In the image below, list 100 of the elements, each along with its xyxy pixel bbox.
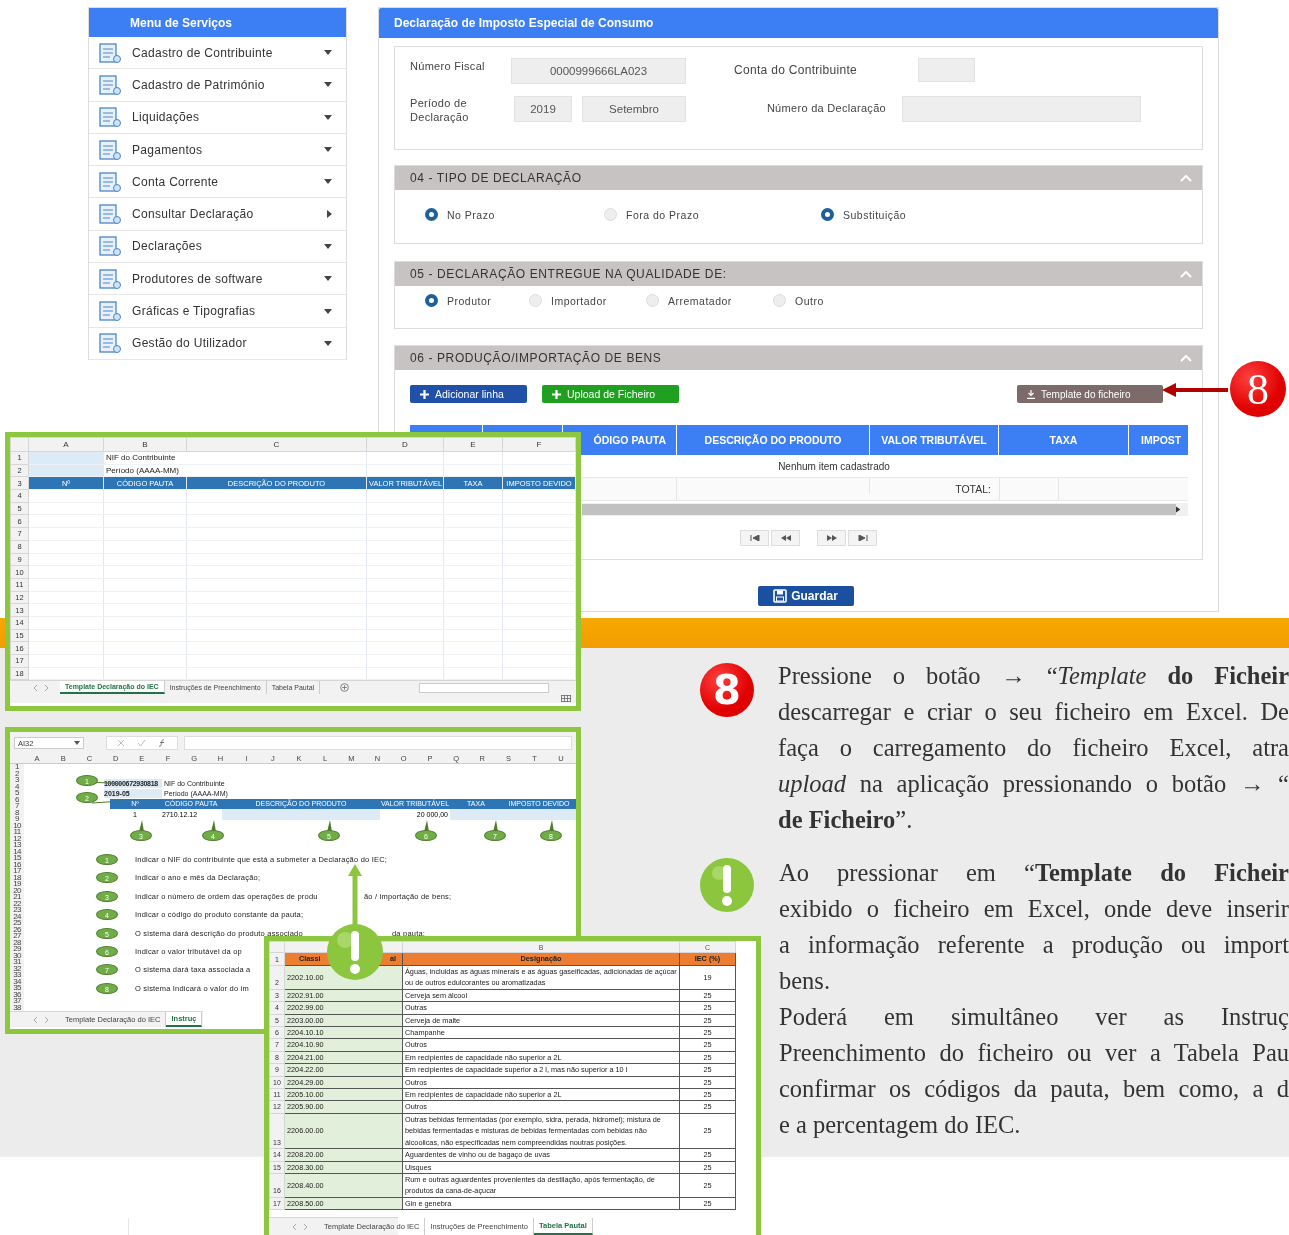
row-number: 18 — [12, 874, 22, 881]
row-number: 6 — [14, 796, 20, 803]
chevron-up-icon — [1180, 270, 1192, 278]
document-icon — [98, 170, 122, 193]
caret-down-icon — [324, 340, 332, 346]
plus-icon — [552, 389, 561, 399]
radio-button[interactable] — [425, 294, 438, 307]
horizontal-scrollbar[interactable] — [419, 682, 550, 693]
tax-number-field[interactable]: 0000999666LA023 — [511, 58, 686, 84]
menu-item[interactable]: Declarações — [89, 230, 346, 264]
radio-option[interactable]: Produtor — [425, 294, 529, 307]
paragraph: Ao pressionar em “Template do Ficheir exibido o ficheiro em Excel, onde deve inserir a informação referente a produção ou import bens. Poderá em simultâneo ver as Instruç Preenchimento do ficheiro ou ver a Tabela Pau confirmar os códigos da pauta, bem como, a d e a percentagem do IEC. — [779, 858, 1289, 1140]
menu-item[interactable]: Gestão do Utilizador — [89, 327, 346, 360]
menu-item[interactable]: Consultar Declaração — [89, 198, 346, 231]
radio-option[interactable]: Fora do Prazo — [604, 208, 821, 221]
function-icon[interactable] — [158, 739, 167, 747]
menu-item[interactable]: Gráficas e Tipografias — [89, 295, 346, 328]
menu-item[interactable]: Pagamentos — [89, 133, 346, 167]
scroll-arrows-icon[interactable] — [293, 1223, 307, 1230]
row-number: 19 — [12, 881, 22, 888]
declaration-number-field[interactable] — [902, 96, 1141, 122]
scroll-arrows-icon[interactable] — [34, 684, 48, 691]
leader-line — [209, 820, 217, 832]
section-header[interactable]: 06 - PRODUÇÃO/IMPORTAÇÃO DE BENS — [395, 346, 1202, 370]
leader-line — [491, 820, 499, 832]
row-number: 5 — [14, 790, 20, 797]
horizontal-scrollbar[interactable] — [582, 503, 1188, 516]
field-label: Conta do Contribuinte — [734, 62, 859, 77]
year-field[interactable]: 2019 — [514, 96, 572, 122]
caret-down-icon — [74, 741, 80, 745]
radio-button[interactable] — [425, 208, 438, 221]
menu-item[interactable]: Cadastro de Contribuinte — [89, 37, 346, 70]
document-icon — [98, 73, 122, 96]
menu-item[interactable]: Produtores de software — [89, 263, 346, 296]
caret-down-icon — [324, 308, 332, 314]
row-number: 4 — [14, 783, 20, 790]
account-field[interactable] — [918, 58, 975, 82]
radio-button[interactable] — [821, 208, 834, 221]
last-page-button[interactable] — [848, 530, 877, 546]
row-number: 25 — [12, 920, 22, 927]
document-icon — [98, 41, 122, 64]
radio-option[interactable]: Importador — [529, 294, 646, 307]
row-number: 13 — [12, 842, 22, 849]
row-number: 29 — [12, 946, 22, 953]
caret-down-icon — [324, 147, 332, 153]
first-page-button[interactable] — [740, 530, 769, 546]
row-number: 1 — [14, 764, 20, 771]
column-letter: E — [443, 437, 503, 452]
row-number: 22 — [12, 900, 22, 907]
section-title: 06 - PRODUÇÃO/IMPORTAÇÃO DE BENS — [410, 351, 662, 365]
row-number: 30 — [12, 952, 22, 959]
menu-item[interactable]: Conta Corrente — [89, 166, 346, 199]
row-number: 24 — [12, 913, 22, 920]
row-number: 7 — [14, 803, 20, 810]
template-button[interactable]: Template do ficheiro — [1017, 385, 1163, 403]
next-page-button[interactable] — [817, 530, 846, 546]
radio-option[interactable]: No Prazo — [425, 208, 604, 221]
column-letter: F — [502, 437, 576, 452]
menu-item[interactable]: Cadastro de Património — [89, 69, 346, 102]
row-number: 38 — [12, 1004, 22, 1011]
row-number: 35 — [12, 985, 22, 992]
column-letter: D — [366, 437, 444, 452]
previous-page-button[interactable] — [771, 530, 800, 546]
column-letter: A — [28, 437, 104, 452]
download-icon — [1027, 389, 1035, 399]
month-field[interactable]: Setembro — [582, 96, 686, 122]
section-header[interactable]: 04 - TIPO DE DECLARAÇÃO — [395, 166, 1202, 190]
caret-down-icon — [324, 114, 332, 120]
row-number: 33 — [12, 972, 22, 979]
row-number: 27 — [12, 933, 22, 940]
save-button[interactable]: Guardar — [757, 586, 854, 606]
section-title: 05 - DECLARAÇÃO ENTREGUE NA QUALIDADE DE: — [410, 267, 727, 281]
section-header[interactable]: 05 - DECLARAÇÃO ENTREGUE NA QUALIDADE DE: — [395, 262, 1202, 286]
document-icon — [98, 235, 122, 258]
leader-line — [92, 798, 122, 804]
sheet-label: Período (AAAA-MM) — [103, 464, 367, 477]
scroll-arrows-icon[interactable] — [34, 1016, 48, 1023]
row-number: 36 — [12, 991, 22, 998]
add-sheet-icon[interactable] — [340, 683, 350, 693]
column-header: VALOR TRIBUTÁVEL — [870, 425, 999, 455]
close-icon[interactable] — [117, 739, 125, 747]
radio-option[interactable]: Outro — [773, 294, 877, 307]
exclamation-icon — [699, 857, 755, 913]
row-number: 11 — [12, 829, 22, 836]
formula-field[interactable] — [184, 736, 572, 750]
caret-down-icon — [324, 82, 332, 88]
column-header: DESCRIÇÃO DO PRODUTO — [677, 425, 870, 455]
row-number: 12 — [12, 835, 22, 842]
caret-down-icon — [324, 50, 332, 56]
row-number: 31 — [12, 959, 22, 966]
chevron-up-icon — [1180, 174, 1192, 182]
check-icon[interactable] — [137, 739, 146, 747]
row-number: 20 — [12, 887, 22, 894]
menu-item[interactable]: Liquidações — [89, 101, 346, 134]
add-button[interactable]: Adicionar linha — [410, 385, 527, 403]
radio-option[interactable]: Substituição — [821, 208, 1000, 221]
radio-option[interactable]: Arrematador — [646, 294, 773, 307]
row-number: 34 — [12, 978, 22, 985]
caret-down-icon — [324, 276, 332, 282]
document-icon — [98, 106, 122, 129]
